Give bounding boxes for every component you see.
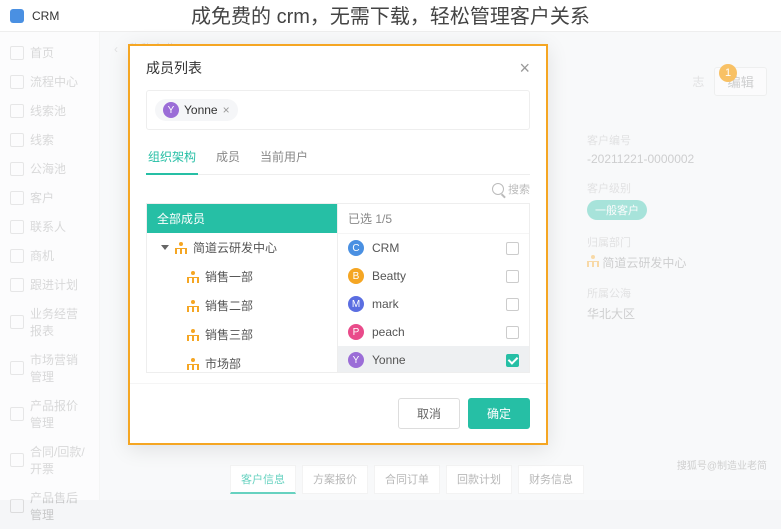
- chip-name: Yonne: [184, 103, 218, 117]
- app-logo-icon: [10, 9, 24, 23]
- member-name: CRM: [372, 241, 399, 255]
- org-tree: 全部成员 简道云研发中心 销售一部销售二部销售三部市场部: [147, 204, 338, 372]
- org-icon: [187, 300, 199, 312]
- org-icon: [187, 329, 199, 341]
- search-row[interactable]: 搜索: [146, 175, 530, 203]
- org-icon: [187, 358, 199, 370]
- member-item[interactable]: Ppeach: [338, 318, 529, 346]
- search-placeholder: 搜索: [508, 181, 530, 197]
- member-modal: 成员列表 × Y Yonne × 组织架构成员当前用户 搜索 全部成员 简道云研…: [128, 44, 548, 445]
- modal-tabs: 组织架构成员当前用户: [146, 140, 530, 175]
- avatar-icon: P: [348, 324, 364, 340]
- tree-child[interactable]: 市场部: [147, 349, 337, 372]
- app-name: CRM: [32, 9, 59, 23]
- tree-child[interactable]: 销售一部: [147, 262, 337, 291]
- avatar-icon: M: [348, 296, 364, 312]
- member-list: 已选 1/5 CCRMBBeattyMmarkPpeachYYonne: [338, 204, 529, 372]
- member-name: Yonne: [372, 353, 406, 367]
- nav-icon: [10, 499, 24, 513]
- modal-tab[interactable]: 成员: [214, 140, 242, 174]
- selected-chip[interactable]: Y Yonne ×: [155, 99, 238, 121]
- modal-tab[interactable]: 组织架构: [146, 140, 198, 175]
- selected-chips: Y Yonne ×: [146, 90, 530, 130]
- member-name: mark: [372, 297, 399, 311]
- close-icon[interactable]: ×: [519, 59, 530, 77]
- modal-title: 成员列表: [146, 58, 202, 78]
- search-icon: [492, 183, 504, 195]
- member-checkbox[interactable]: [506, 326, 519, 339]
- member-item[interactable]: B Beatty: [338, 262, 529, 290]
- top-bar: CRM: [0, 0, 781, 32]
- tree-root[interactable]: 简道云研发中心: [147, 233, 337, 262]
- caret-down-icon: [161, 245, 169, 250]
- member-checkbox[interactable]: [506, 242, 519, 255]
- member-checkbox[interactable]: [506, 270, 519, 283]
- confirm-button[interactable]: 确定: [468, 398, 530, 429]
- member-checkbox[interactable]: [506, 298, 519, 311]
- member-name: Beatty: [372, 269, 406, 283]
- member-item[interactable]: Mmark: [338, 290, 529, 318]
- tree-header[interactable]: 全部成员: [147, 204, 337, 233]
- tree-child[interactable]: 销售三部: [147, 320, 337, 349]
- member-checkbox[interactable]: [506, 354, 519, 367]
- member-item[interactable]: C CRM: [338, 234, 529, 262]
- list-header: 已选 1/5: [348, 210, 392, 227]
- avatar-icon: C: [348, 240, 364, 256]
- avatar-icon: Y: [348, 352, 364, 368]
- org-icon: [187, 271, 199, 283]
- avatar-icon: B: [348, 268, 364, 284]
- modal-tab[interactable]: 当前用户: [258, 140, 310, 174]
- avatar-icon: Y: [163, 102, 179, 118]
- chip-remove-icon[interactable]: ×: [223, 103, 230, 117]
- org-icon: [175, 242, 187, 254]
- cancel-button[interactable]: 取消: [398, 398, 460, 429]
- member-name: peach: [372, 325, 405, 339]
- member-item[interactable]: Y Yonne: [338, 346, 529, 372]
- tree-child[interactable]: 销售二部: [147, 291, 337, 320]
